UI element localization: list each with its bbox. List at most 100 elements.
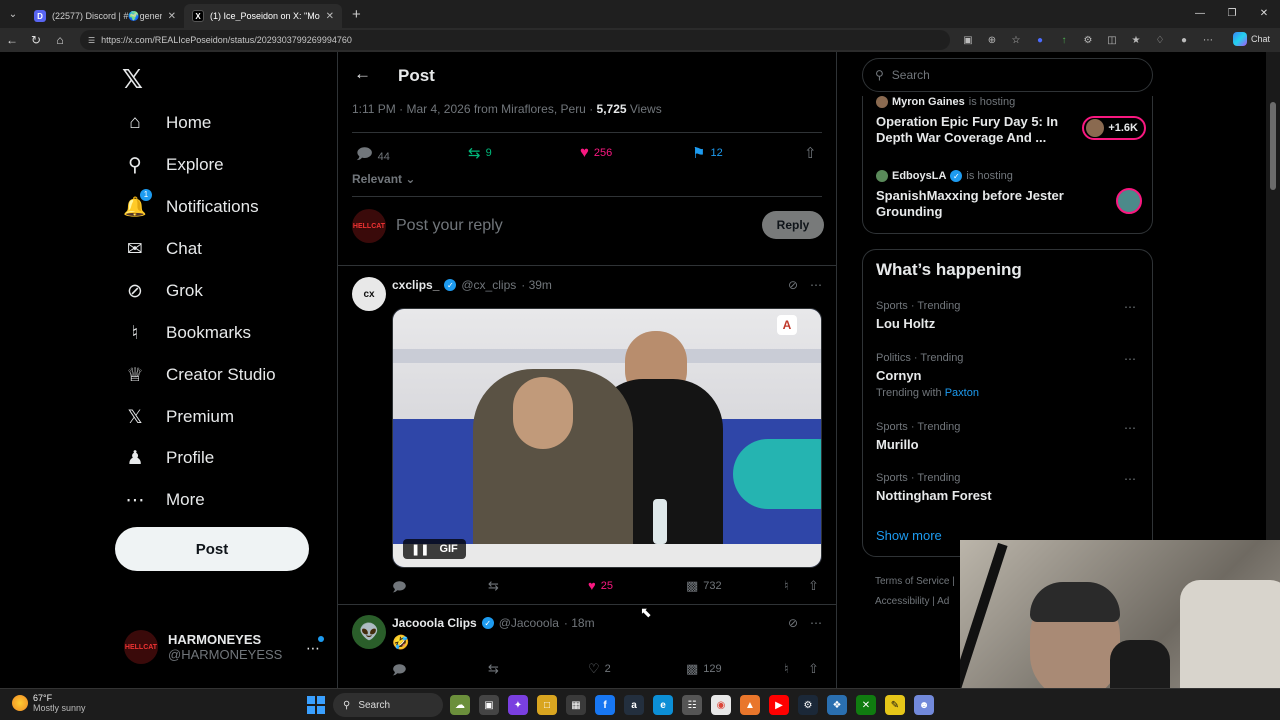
notes-icon[interactable]: ✎ xyxy=(885,695,905,715)
trend-item[interactable]: Sports · Trending Lou Holtz ⋯ xyxy=(876,300,1144,331)
tab-x-post[interactable]: X (1) Ice_Poseidon on X: "Mogging P ✕ xyxy=(184,4,342,28)
gif-badge[interactable]: ❚❚ GIF xyxy=(403,539,466,559)
reply-stat[interactable]: 🗩 44 xyxy=(356,144,390,169)
taskbar-search[interactable]: ⚲ Search xyxy=(333,693,443,717)
facebook-icon[interactable]: f xyxy=(595,695,615,715)
favorites-icon[interactable]: ★ xyxy=(1128,35,1144,46)
more-icon[interactable]: ⋯ xyxy=(1124,352,1136,366)
back-icon[interactable]: ← xyxy=(0,33,24,47)
trend-item[interactable]: Politics · Trending Cornyn Trending with… xyxy=(876,352,1144,399)
more-icon[interactable]: ⋯ xyxy=(1124,421,1136,435)
extension-icon[interactable]: ● xyxy=(1032,35,1048,46)
reply-input[interactable]: Post your reply xyxy=(396,217,503,235)
profile-avatar-icon[interactable]: ● xyxy=(1176,35,1192,46)
sidebar-item-creator-studio[interactable]: ♕ Creator Studio xyxy=(122,360,275,390)
views-button[interactable]: ▩ 129 xyxy=(686,661,722,677)
sidebar-item-bookmarks[interactable]: ♮ Bookmarks xyxy=(122,318,251,348)
repost-button[interactable]: ⇆ xyxy=(488,578,504,594)
chrome-icon[interactable]: ◉ xyxy=(711,695,731,715)
grok-icon[interactable]: ⊘ xyxy=(788,616,798,630)
start-button-icon[interactable] xyxy=(307,696,325,714)
copilot-icon[interactable]: ✦ xyxy=(508,695,528,715)
reply-button[interactable]: Reply xyxy=(762,211,824,239)
reply-button[interactable]: 🗩 xyxy=(392,661,411,683)
browser-menu-icon[interactable]: ⋯ xyxy=(1200,35,1216,46)
like-stat[interactable]: ♥ 256 xyxy=(580,144,612,161)
share-button[interactable]: ⇧ xyxy=(804,144,817,162)
share-button[interactable]: ⇧ xyxy=(808,578,819,594)
calculator-icon[interactable]: ☷ xyxy=(682,695,702,715)
extension-icon[interactable]: ↑ xyxy=(1056,35,1072,46)
trend-link[interactable]: Paxton xyxy=(945,387,979,399)
search-input[interactable]: ⚲ Search xyxy=(862,58,1153,92)
like-button[interactable]: ♥ 25 xyxy=(588,578,613,593)
terms-link[interactable]: Terms of Service xyxy=(875,576,949,587)
reply-button[interactable]: 🗩 xyxy=(392,578,411,600)
extensions-puzzle-icon[interactable]: ⚙ xyxy=(1080,35,1096,46)
tab-list-dropdown[interactable]: ⌄ xyxy=(0,0,26,28)
zoom-icon[interactable]: ⊕ xyxy=(984,35,1000,46)
views-button[interactable]: ▩ 732 xyxy=(686,578,722,594)
maximize-icon[interactable]: ❐ xyxy=(1216,0,1248,28)
steam-icon[interactable]: ⚙ xyxy=(798,695,818,715)
tweet-time[interactable]: · 39m xyxy=(521,278,552,292)
amazon-icon[interactable]: a xyxy=(624,695,644,715)
back-arrow-icon[interactable]: ← xyxy=(354,64,371,84)
bookmark-button[interactable]: ♮ xyxy=(784,578,789,594)
avatar[interactable]: cx xyxy=(352,277,386,311)
x-logo-icon[interactable]: 𝕏 xyxy=(122,64,143,95)
post-button[interactable]: Post xyxy=(115,527,309,571)
sidebar-item-notifications[interactable]: 🔔 1 Notifications xyxy=(122,189,259,222)
widgets-icon[interactable]: ☁ xyxy=(450,695,470,715)
grok-icon[interactable]: ⊘ xyxy=(788,278,798,292)
pause-icon[interactable]: ❚❚ xyxy=(411,543,429,556)
live-space-item[interactable]: EdboysLA ✓ is hosting SpanishMaxxing bef… xyxy=(876,170,1146,220)
app-icon[interactable]: ▲ xyxy=(740,695,760,715)
sidebar-item-more[interactable]: ⋯ More xyxy=(122,485,205,515)
youtube-icon[interactable]: ▶ xyxy=(769,695,789,715)
live-space-item[interactable]: Myron Gaines is hosting Operation Epic F… xyxy=(876,96,1146,146)
ads-link[interactable]: Ad xyxy=(937,596,949,607)
weather-widget[interactable]: 67°F Mostly sunny xyxy=(12,693,86,713)
tweet-time[interactable]: · 18m xyxy=(564,616,595,630)
avatar[interactable] xyxy=(1116,188,1142,214)
scrollbar-thumb[interactable] xyxy=(1270,102,1276,190)
more-icon[interactable]: ⋯ xyxy=(1124,472,1136,486)
sidebar-item-profile[interactable]: ♟ Profile xyxy=(122,443,214,473)
author-handle[interactable]: @Jacooola xyxy=(499,616,559,630)
site-info-icon[interactable]: ☰ xyxy=(88,36,95,45)
bookmark-stat[interactable]: ⚑ 12 xyxy=(692,144,723,162)
author-name[interactable]: Jacooola Clips xyxy=(392,616,477,630)
sidebar-item-explore[interactable]: ⚲ Explore xyxy=(122,150,224,180)
sidebar-item-premium[interactable]: 𝕏 Premium xyxy=(122,402,234,432)
tweet-media-gif[interactable]: A ❚❚ GIF xyxy=(392,308,822,568)
store-icon[interactable]: ▦ xyxy=(566,695,586,715)
account-more-icon[interactable]: ⋯ xyxy=(306,640,320,657)
show-more-link[interactable]: Show more xyxy=(876,528,942,543)
refresh-icon[interactable]: ↻ xyxy=(24,33,48,47)
edge-icon[interactable]: e xyxy=(653,695,673,715)
trend-item[interactable]: Sports · Trending Murillo ⋯ xyxy=(876,421,1144,452)
author-name[interactable]: cxclips_ xyxy=(392,278,439,292)
avatar[interactable]: 👽 xyxy=(352,615,386,649)
account-switcher[interactable]: HELLCAT HARMONEYES @HARMONEYESS xyxy=(124,630,282,664)
more-icon[interactable]: ⋯ xyxy=(1124,300,1136,314)
like-button[interactable]: ♡ 2 xyxy=(588,661,611,677)
author-handle[interactable]: @cx_clips xyxy=(461,278,516,292)
share-button[interactable]: ⇧ xyxy=(808,661,819,677)
copilot-chat-button[interactable]: Chat xyxy=(1232,32,1270,46)
url-field[interactable]: ☰ https://x.com/REALIcePoseidon/status/2… xyxy=(80,30,950,50)
repost-button[interactable]: ⇆ xyxy=(488,661,504,677)
more-icon[interactable]: ⋯ xyxy=(810,278,822,292)
bookmark-button[interactable]: ♮ xyxy=(784,661,789,677)
tab-discord[interactable]: D (22577) Discord | #🌍general | Pu ✕ xyxy=(26,4,184,28)
split-screen-icon[interactable]: ◫ xyxy=(1104,35,1120,46)
home-browser-icon[interactable]: ⌂ xyxy=(48,33,72,47)
xbox-icon[interactable]: ✕ xyxy=(856,695,876,715)
file-explorer-icon[interactable]: □ xyxy=(537,695,557,715)
close-window-icon[interactable]: ✕ xyxy=(1248,0,1280,28)
browser-essentials-icon[interactable]: ♢ xyxy=(1152,35,1168,46)
discord-icon[interactable]: ☻ xyxy=(914,695,934,715)
tab-close-icon[interactable]: ✕ xyxy=(168,11,176,22)
trend-item[interactable]: Sports · Trending Nottingham Forest ⋯ xyxy=(876,472,1144,503)
